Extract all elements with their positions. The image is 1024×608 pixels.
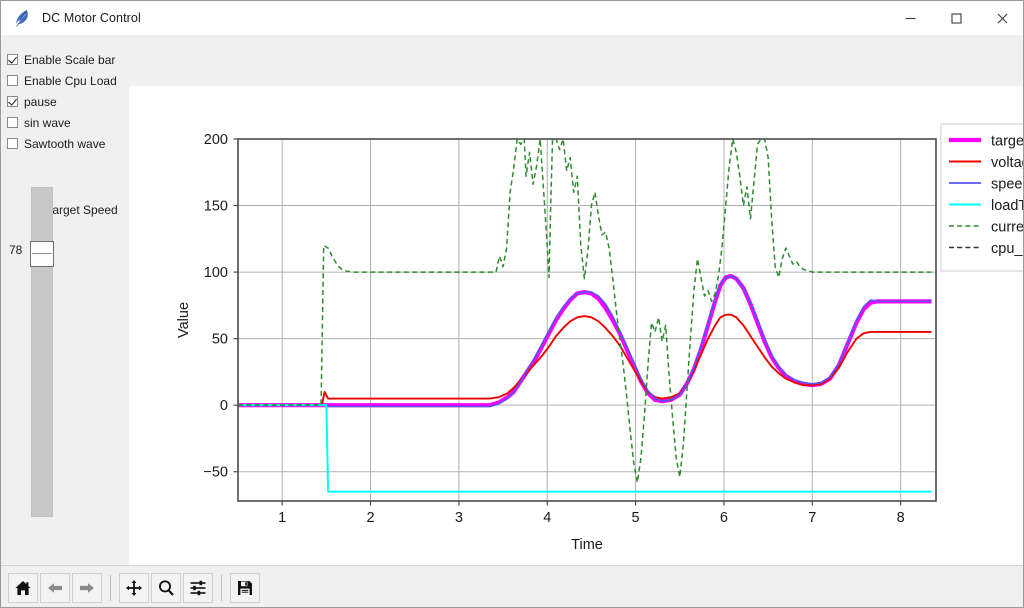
x-tick-label: 5 — [632, 510, 640, 526]
checkbox-label: sin wave — [24, 115, 71, 130]
feather-icon — [9, 1, 35, 35]
slider-track[interactable] — [31, 187, 53, 517]
series-line-current — [238, 139, 932, 484]
maximize-icon — [950, 12, 962, 24]
move-icon — [126, 579, 142, 596]
legend-label-voltage: voltage — [991, 155, 1024, 171]
back-button[interactable] — [40, 572, 70, 603]
legend-label-speed: speed — [991, 177, 1024, 193]
top-toolbar-band — [1, 35, 1023, 69]
axes-frame — [237, 138, 937, 502]
x-axis-label: Time — [571, 537, 603, 553]
chart-figure: 1 2 3 4 5 6 7 8 −50 0 50 100 150 200 Time Value targetSp… — [176, 123, 1024, 553]
grid-lines — [238, 138, 936, 501]
target-speed-slider[interactable] — [30, 187, 54, 517]
y-tick-label: 200 — [204, 132, 228, 148]
close-button[interactable] — [979, 2, 1023, 35]
checkbox-enable-scale-bar[interactable]: Enable Scale bar — [7, 49, 129, 70]
toolbar-separator-2 — [221, 574, 222, 601]
x-tick-label: 3 — [455, 510, 463, 526]
series-line-voltage — [238, 313, 932, 407]
minimize-button[interactable] — [887, 2, 933, 35]
slider-thumb[interactable] — [30, 241, 54, 267]
legend-label-current: current — [991, 220, 1024, 236]
home-button[interactable] — [8, 572, 38, 603]
pan-button[interactable] — [119, 572, 149, 603]
configure-subplots-button[interactable] — [183, 572, 213, 603]
series-group — [238, 139, 932, 493]
window-title: DC Motor Control — [42, 11, 141, 25]
checkbox-label: pause — [24, 94, 57, 109]
x-tick-label: 4 — [543, 510, 551, 526]
minimize-icon — [905, 17, 915, 19]
nav-group-save — [229, 572, 261, 603]
maximize-button[interactable] — [933, 2, 979, 35]
toolbar-separator-1 — [110, 574, 111, 601]
checkmark-icon[interactable] — [7, 96, 18, 107]
y-tick-label: 150 — [204, 199, 228, 215]
x-tick-label: 6 — [720, 510, 728, 526]
series-line-speed — [238, 275, 932, 408]
legend-label-loadTorque: loadTorque — [991, 198, 1024, 214]
save-button[interactable] — [230, 572, 260, 603]
checkbox-list: Enable Scale bar Enable Cpu Load pause s… — [7, 49, 129, 154]
x-tick-label: 1 — [278, 510, 286, 526]
series-line-loadTorque — [238, 404, 932, 493]
control-panel: Enable Scale bar Enable Cpu Load pause s… — [1, 35, 129, 565]
x-tick-label: 7 — [808, 510, 816, 526]
arrow-left-icon — [48, 582, 62, 593]
checkbox-pause[interactable]: pause — [7, 91, 129, 112]
x-tick-label: 8 — [897, 510, 905, 526]
close-icon — [997, 13, 1007, 23]
checkbox-empty-icon[interactable] — [7, 75, 18, 86]
checkbox-label: Sawtooth wave — [24, 136, 106, 151]
nav-group-history — [7, 572, 103, 603]
checkbox-label: Enable Scale bar — [24, 52, 116, 67]
legend-label-cpu_load: cpu_load — [991, 241, 1024, 257]
sliders-icon — [190, 580, 206, 595]
checkbox-empty-icon[interactable] — [7, 117, 18, 128]
application-window: DC Motor Control Enable Scale bar Enable… — [0, 0, 1024, 608]
checkmark-icon[interactable] — [7, 54, 18, 65]
nav-group-tools — [118, 572, 214, 603]
plot-canvas[interactable]: 1 2 3 4 5 6 7 8 −50 0 50 100 150 200 Time Value targetSp… — [129, 86, 1024, 565]
checkbox-sawtooth-wave[interactable]: Sawtooth wave — [7, 133, 129, 154]
chart-legend: targetSpeed voltage speed loadTorque current… — [940, 123, 1024, 272]
arrow-right-icon — [80, 582, 94, 593]
y-tick-label: −50 — [203, 465, 228, 481]
checkbox-enable-cpu-load[interactable]: Enable Cpu Load — [7, 70, 129, 91]
checkbox-label: Enable Cpu Load — [24, 73, 117, 88]
zoom-button[interactable] — [151, 572, 181, 603]
axis-ticks: 1 2 3 4 5 6 7 8 −50 0 50 100 150 200 — [203, 132, 904, 526]
forward-button[interactable] — [72, 572, 102, 603]
title-bar: DC Motor Control — [1, 1, 1023, 36]
y-tick-label: 0 — [220, 398, 228, 414]
y-tick-label: 50 — [212, 332, 228, 348]
series-line-targetSpeed — [238, 273, 932, 408]
checkbox-sin-wave[interactable]: sin wave — [7, 112, 129, 133]
checkbox-empty-icon[interactable] — [7, 138, 18, 149]
magnifier-icon — [159, 579, 174, 596]
legend-label-targetSpeed: targetSpeed — [991, 134, 1024, 150]
slider-value: 78 — [9, 243, 23, 257]
floppy-disk-icon — [238, 580, 252, 595]
y-tick-label: 100 — [204, 265, 228, 281]
y-axis-label: Value — [176, 302, 192, 338]
slider-caption: target Speed — [49, 203, 118, 217]
matplotlib-toolbar — [1, 565, 1023, 607]
home-icon — [15, 580, 31, 595]
x-tick-label: 2 — [366, 510, 374, 526]
